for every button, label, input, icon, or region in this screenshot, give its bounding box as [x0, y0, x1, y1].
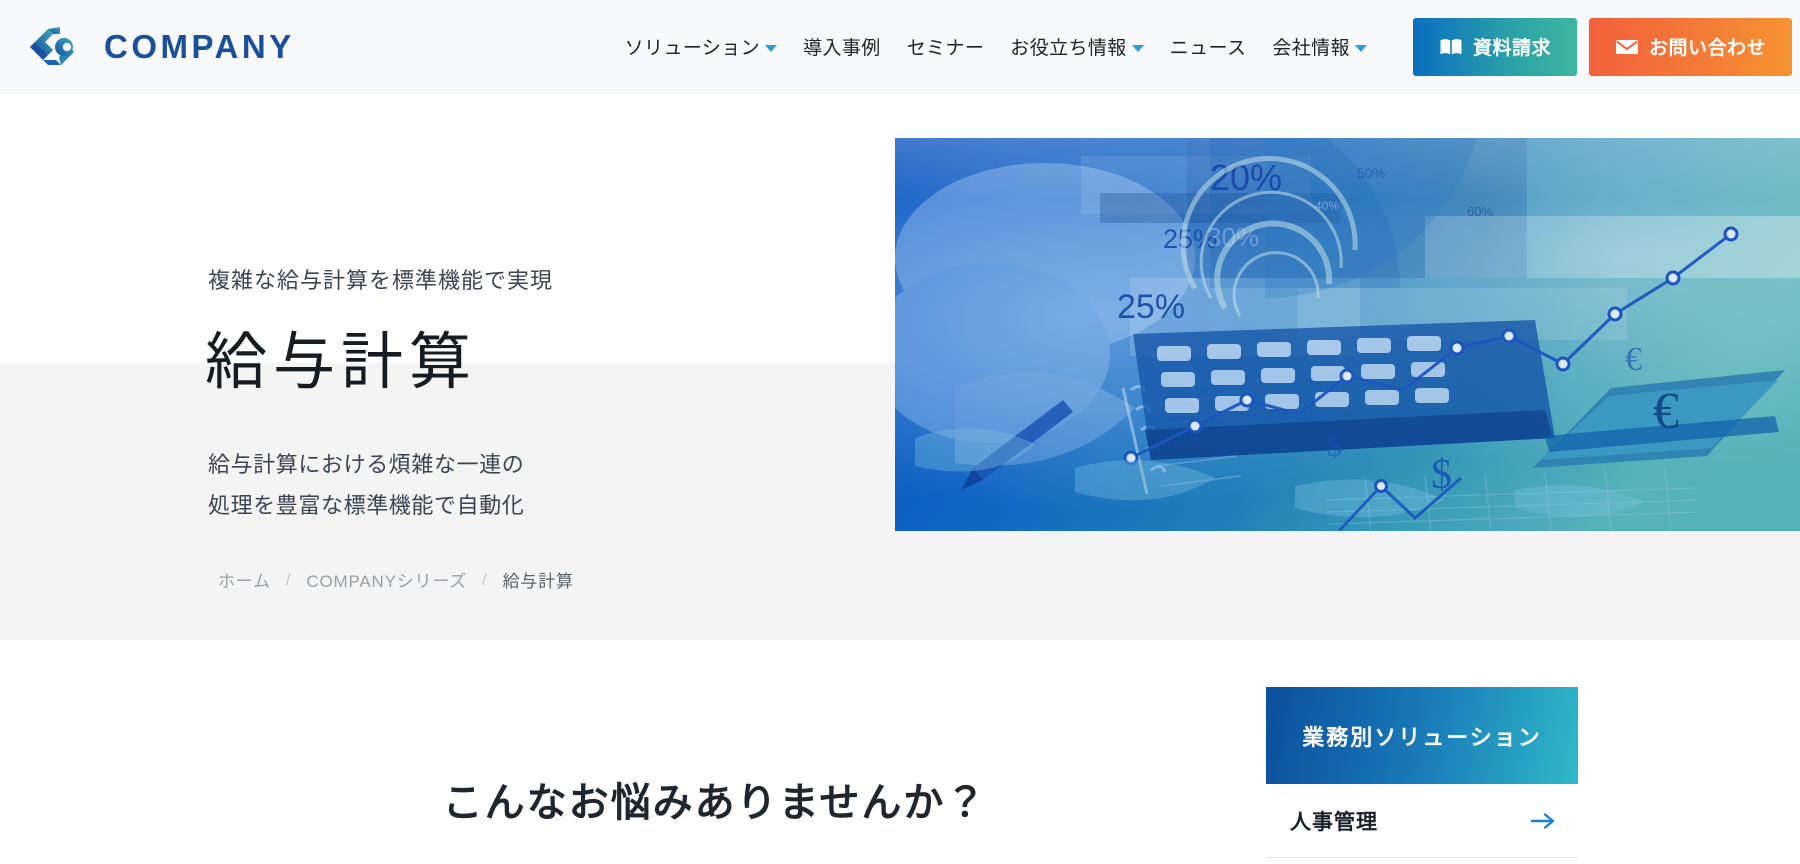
nav-item-resources[interactable]: お役立ち情報 — [1010, 33, 1144, 60]
section-heading-worries: こんなお悩みありませんか？ — [442, 781, 988, 825]
svg-text:€: € — [1653, 383, 1679, 440]
sidebar-header: 業務別ソリューション — [1266, 687, 1578, 784]
nav-item-label: 導入事例 — [803, 38, 881, 59]
breadcrumb-separator: / — [285, 569, 292, 589]
nav-item-seminar[interactable]: セミナー — [907, 33, 985, 60]
page-title: 給与計算 — [205, 328, 478, 397]
breadcrumb-separator: / — [482, 569, 488, 589]
chevron-down-icon — [1354, 45, 1367, 52]
hero-image: 25% 25% 20% 30% 50% 60% 40% 70% € € $ $ — [895, 138, 1800, 531]
nav-item-news[interactable]: ニュース — [1170, 33, 1247, 60]
breadcrumb-item-company-series[interactable]: COMPANYシリーズ — [306, 567, 467, 592]
page-root: COMPANY ソリューション 導入事例 セミナー お役立ち情報 ニュース 会社 — [0, 0, 1800, 864]
nav-item-solutions[interactable]: ソリューション — [624, 33, 778, 60]
breadcrumb-item-home[interactable]: ホーム — [218, 567, 271, 592]
svg-text:50%: 50% — [1357, 165, 1385, 181]
sidebar-solutions: 業務別ソリューション 人事管理 — [1266, 687, 1578, 858]
chevron-down-icon — [765, 45, 778, 52]
sidebar-item-hr-management[interactable]: 人事管理 — [1266, 784, 1578, 858]
mail-icon — [1615, 39, 1638, 54]
header-action-buttons: 資料請求 お問い合わせ — [1412, 17, 1792, 76]
document-request-button[interactable]: 資料請求 — [1412, 17, 1577, 76]
nav-item-label: 会社情報 — [1272, 38, 1350, 59]
book-icon — [1440, 38, 1462, 54]
nav-item-label: セミナー — [906, 38, 985, 59]
svg-text:70%: 70% — [1525, 222, 1549, 236]
contact-label: お問い合わせ — [1648, 38, 1766, 59]
hero-section: 複雑な給与計算を標準機能で実現 給与計算 給与計算における煩雑な一連の 処理を豊… — [0, 94, 1800, 640]
sidebar-item-label: 人事管理 — [1290, 810, 1378, 834]
svg-text:€: € — [1625, 341, 1642, 378]
svg-text:$: $ — [1327, 430, 1342, 463]
hero-description-line-2: 処理を豊富な標準機能で自動化 — [208, 493, 525, 518]
nav-item-label: ニュース — [1169, 38, 1247, 59]
hero-kicker: 複雑な給与計算を標準機能で実現 — [208, 268, 554, 293]
contact-button[interactable]: お問い合わせ — [1588, 17, 1792, 76]
brand-name: COMPANY — [104, 27, 295, 65]
svg-text:25%: 25% — [1117, 288, 1185, 326]
company-chain-logo-icon — [30, 26, 74, 65]
breadcrumb-item-current: 給与計算 — [502, 572, 574, 591]
chevron-down-icon — [1131, 45, 1144, 52]
nav-item-case-studies[interactable]: 導入事例 — [803, 33, 881, 60]
main-navigation: ソリューション 導入事例 セミナー お役立ち情報 ニュース 会社情報 資料請求 … — [625, 0, 1800, 93]
site-header: COMPANY ソリューション 導入事例 セミナー お役立ち情報 ニュース 会社 — [0, 0, 1800, 94]
hero-description: 給与計算における煩雑な一連の 処理を豊富な標準機能で自動化 — [208, 444, 524, 526]
breadcrumb: ホーム / COMPANYシリーズ / 給与計算 — [218, 567, 574, 592]
svg-text:60%: 60% — [1467, 204, 1493, 219]
arrow-right-icon — [1531, 812, 1555, 829]
document-request-label: 資料請求 — [1472, 38, 1551, 59]
nav-item-label: お役立ち情報 — [1010, 38, 1127, 59]
svg-text:$: $ — [1431, 452, 1452, 498]
brand-logo-link[interactable]: COMPANY — [26, 24, 295, 70]
nav-item-company[interactable]: 会社情報 — [1272, 33, 1367, 60]
sidebar-list: 人事管理 — [1266, 784, 1578, 858]
nav-item-label: ソリューション — [624, 38, 761, 59]
hero-description-line-1: 給与計算における煩雑な一連の — [208, 452, 525, 477]
